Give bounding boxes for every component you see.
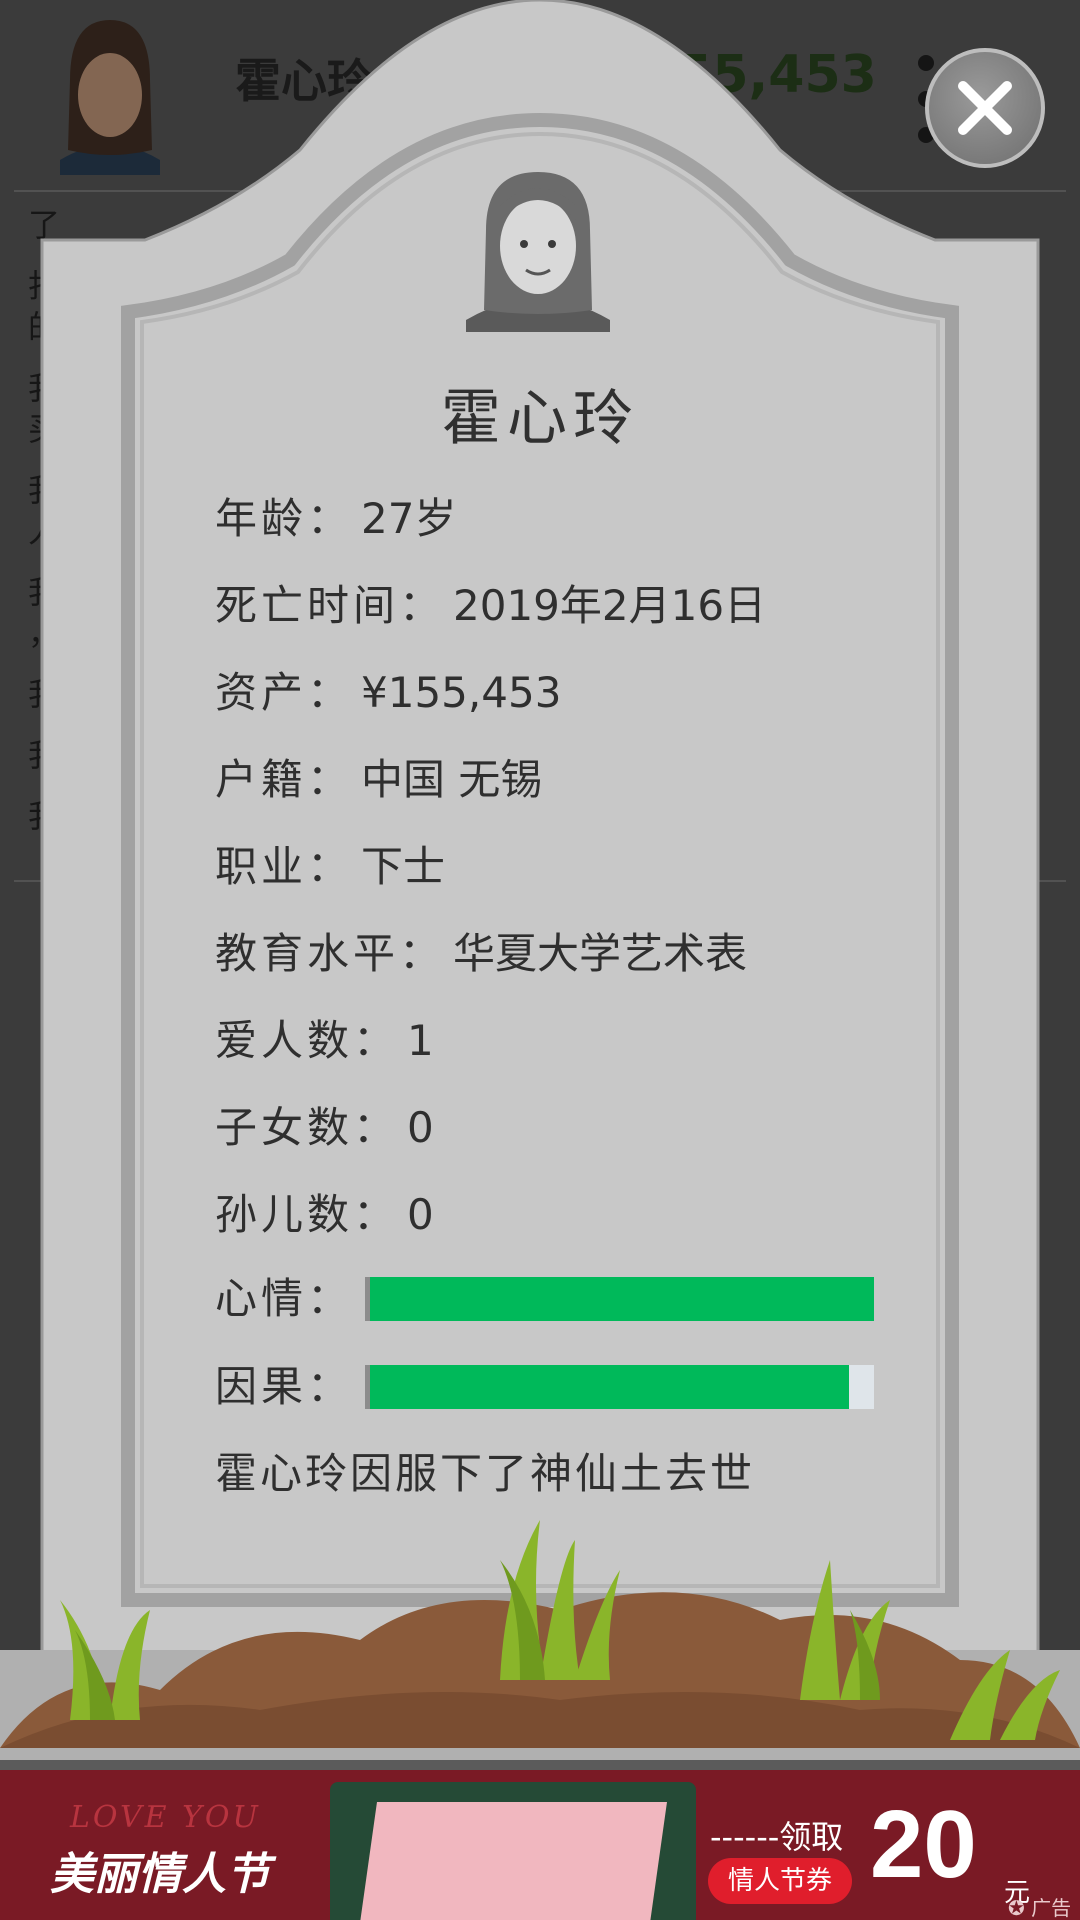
ad-label: ✪ 广告 xyxy=(1008,1896,1072,1920)
ad-product-image xyxy=(330,1782,696,1920)
cause-of-death: 霍心玲因服下了神仙土去世 xyxy=(215,1449,756,1498)
deceased-name: 霍心玲 xyxy=(441,384,639,454)
deceased-avatar xyxy=(466,172,610,332)
karma-bar xyxy=(365,1365,874,1409)
karma-row: 因果： xyxy=(215,1353,874,1413)
info-row-assets: 资产： ¥155,453 xyxy=(215,668,562,717)
info-row-death-date: 死亡时间： 2019年2月16日 xyxy=(215,581,767,630)
close-icon xyxy=(958,81,1012,135)
ad-icon: ✪ xyxy=(1008,1896,1025,1920)
tombstone-dialog: 霍心玲 年龄： 27岁 死亡时间： 2019年2月16日 资产： ¥155,453 户… xyxy=(0,0,1080,1760)
karma-bar-fill xyxy=(370,1365,849,1409)
ad-lead-text: ------领取 xyxy=(710,1818,844,1856)
info-row-education: 教育水平： 华夏大学艺术表 xyxy=(215,929,748,978)
ad-banner[interactable]: LOVE YOU 美丽情人节 ------领取 情人节券 20 元 ✪ 广告 xyxy=(0,1770,1080,1920)
info-row-age: 年龄： 27岁 xyxy=(215,494,457,543)
info-row-hometown: 户籍： 中国 无锡 xyxy=(215,755,543,804)
mood-bar-fill xyxy=(370,1277,874,1321)
info-row-occupation: 职业： 下士 xyxy=(215,842,446,891)
info-row-grandchildren: 孙儿数： 0 xyxy=(215,1190,434,1239)
mood-bar xyxy=(365,1277,874,1321)
ad-amount: 20 xyxy=(870,1791,977,1898)
ad-title: 美丽情人节 xyxy=(50,1849,270,1900)
ad-love-text: LOVE YOU xyxy=(70,1800,261,1835)
mood-row: 心情： xyxy=(215,1265,874,1325)
close-button[interactable] xyxy=(925,48,1045,168)
info-row-children: 子女数： 0 xyxy=(215,1103,434,1152)
info-row-lovers: 爱人数： 1 xyxy=(215,1016,434,1065)
ad-coupon-badge: 情人节券 xyxy=(708,1858,853,1904)
